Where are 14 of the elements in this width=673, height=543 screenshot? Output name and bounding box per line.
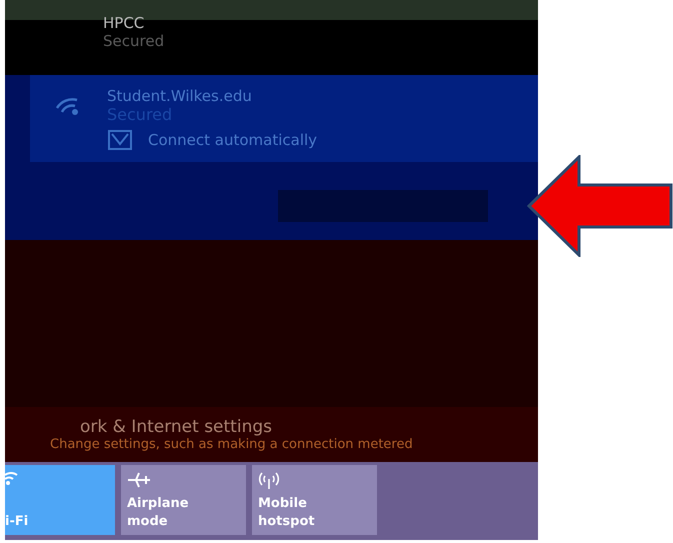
hotspot-icon [258, 471, 280, 489]
settings-subtitle: Change settings, such as making a connection metered [50, 437, 414, 452]
quick-action-tile[interactable]: Mobile hotspot [252, 465, 377, 535]
airplane-icon [127, 471, 151, 489]
network-status: Secured [103, 32, 166, 50]
checkbox[interactable] [108, 130, 132, 150]
checkbox-label: Connect automatically [148, 131, 318, 149]
arrow-icon [527, 155, 673, 257]
quick-action-tile[interactable]: Airplane mode [121, 465, 246, 535]
settings-link[interactable]: ork & Internet settings Change settings, such as making a connection metered [5, 407, 538, 462]
settings-title: ork & Internet settings [80, 417, 273, 437]
network-name: Student.Wilkes.edu [107, 87, 252, 105]
wifi-icon [5, 471, 19, 485]
quick-action-tile[interactable]: i-Fi [5, 465, 115, 535]
